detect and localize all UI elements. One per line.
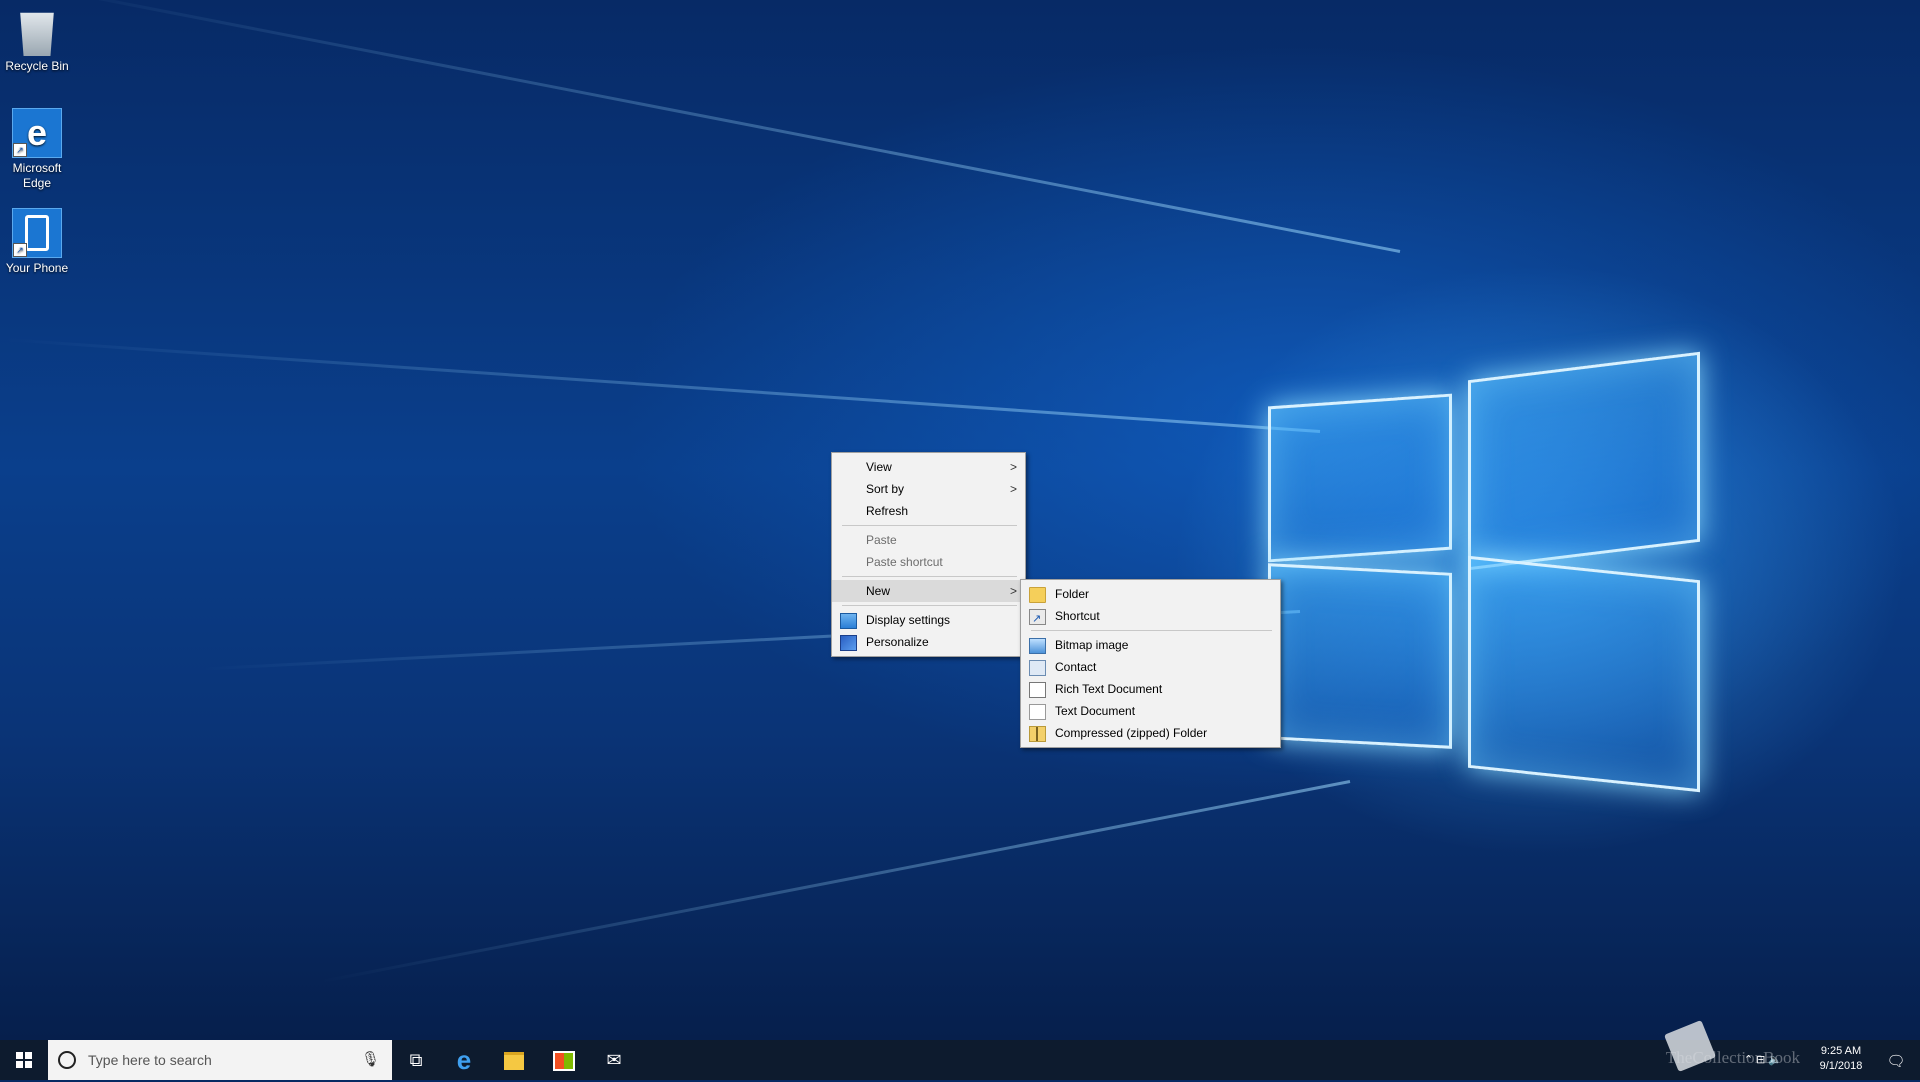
taskbar-store-button[interactable] <box>540 1040 588 1080</box>
menu-separator <box>842 576 1017 577</box>
menu-item-personalize[interactable]: Personalize <box>832 631 1025 653</box>
chevron-right-icon: > <box>1009 482 1017 496</box>
menu-item-label: Paste shortcut <box>866 555 943 569</box>
menu-item-label: Bitmap image <box>1055 638 1129 652</box>
menu-separator <box>842 525 1017 526</box>
menu-item-label: New <box>866 584 891 598</box>
folder-icon <box>1029 587 1046 603</box>
submenu-item-compressed-folder[interactable]: Compressed (zipped) Folder <box>1021 722 1280 744</box>
desktop-icon-your-phone[interactable]: ↗ Your Phone <box>2 208 72 276</box>
text-document-icon <box>1029 704 1046 720</box>
menu-item-label: Shortcut <box>1055 609 1100 623</box>
menu-separator <box>1031 630 1272 631</box>
menu-item-label: Personalize <box>866 635 929 649</box>
contact-icon <box>1029 660 1046 676</box>
menu-item-refresh[interactable]: Refresh <box>832 500 1025 522</box>
submenu-item-bitmap-image[interactable]: Bitmap image <box>1021 634 1280 656</box>
submenu-item-contact[interactable]: Contact <box>1021 656 1280 678</box>
search-placeholder: Type here to search <box>88 1052 212 1068</box>
action-center-button[interactable]: 🗨 <box>1872 1040 1920 1080</box>
menu-item-new[interactable]: New > <box>832 580 1025 602</box>
file-explorer-icon <box>504 1052 524 1071</box>
menu-item-label: Sort by <box>866 482 905 496</box>
light-beam <box>3 337 1321 433</box>
logo-pane <box>1268 393 1452 563</box>
personalize-icon <box>840 635 857 651</box>
microphone-icon[interactable]: 🎙 <box>361 1040 380 1080</box>
recycle-bin-icon <box>20 12 54 56</box>
menu-item-display-settings[interactable]: Display settings <box>832 609 1025 631</box>
mail-icon: ✉ <box>606 1050 622 1070</box>
zip-folder-icon <box>1029 726 1046 742</box>
notification-icon: 🗨 <box>1886 1053 1906 1070</box>
menu-item-label: Rich Text Document <box>1055 682 1163 696</box>
menu-item-paste-shortcut[interactable]: Paste shortcut <box>832 551 1025 573</box>
menu-item-paste[interactable]: Paste <box>832 529 1025 551</box>
clock-time: 9:25 AM <box>1820 1045 1862 1057</box>
menu-item-label: Compressed (zipped) Folder <box>1055 726 1208 740</box>
rtf-icon <box>1029 682 1046 698</box>
cortana-icon <box>58 1051 76 1069</box>
submenu-item-text-document[interactable]: Text Document <box>1021 700 1280 722</box>
shortcut-arrow-icon: ↗ <box>13 143 27 157</box>
menu-item-label: Refresh <box>866 504 909 518</box>
windows-start-icon <box>16 1052 32 1068</box>
menu-item-label: Contact <box>1055 660 1097 674</box>
taskbar-edge-button[interactable]: e <box>440 1040 488 1080</box>
desktop-icon-microsoft-edge[interactable]: e ↗ Microsoft Edge <box>2 108 72 191</box>
menu-item-label: Paste <box>866 533 897 547</box>
chevron-right-icon: > <box>1009 460 1017 474</box>
start-button[interactable] <box>0 1040 48 1080</box>
menu-separator <box>842 605 1017 606</box>
menu-item-label: View <box>866 460 892 474</box>
desktop-context-menu: View > Sort by > Refresh Paste Paste sho… <box>831 452 1026 657</box>
submenu-item-folder[interactable]: Folder <box>1021 583 1280 605</box>
submenu-item-rich-text-document[interactable]: Rich Text Document <box>1021 678 1280 700</box>
task-view-icon: ⧉ <box>409 1050 423 1070</box>
logo-pane <box>1468 351 1700 571</box>
desktop-icon-recycle-bin[interactable]: Recycle Bin <box>2 8 72 74</box>
task-view-button[interactable]: ⧉ <box>392 1040 440 1080</box>
taskbar-clock[interactable]: 9:25 AM 9/1/2018 <box>1806 1044 1876 1074</box>
edge-icon: e <box>456 1045 472 1075</box>
menu-item-sort-by[interactable]: Sort by > <box>832 478 1025 500</box>
taskbar-file-explorer-button[interactable] <box>490 1040 538 1080</box>
chevron-right-icon: > <box>1009 584 1017 598</box>
phone-icon: ↗ <box>12 208 62 258</box>
desktop-icon-label: Your Phone <box>5 261 69 275</box>
shortcut-icon <box>1029 608 1046 630</box>
light-beam <box>25 0 1401 253</box>
menu-item-label: Text Document <box>1055 704 1136 718</box>
menu-item-label: Display settings <box>866 613 951 627</box>
desktop-icon-label: Microsoft Edge <box>12 161 62 190</box>
logo-pane <box>1468 555 1700 793</box>
taskbar-mail-button[interactable]: ✉ <box>590 1040 638 1080</box>
taskbar: Type here to search 🎙 ⧉ e ✉ ⌃ ⊟ 🔈 TheCol… <box>0 1040 1920 1080</box>
submenu-item-shortcut[interactable]: Shortcut <box>1021 605 1280 630</box>
display-icon <box>840 613 857 629</box>
clock-date: 9/1/2018 <box>1819 1060 1863 1072</box>
windows-logo-wallpaper <box>1260 340 1720 800</box>
bitmap-icon <box>1029 638 1046 654</box>
menu-item-view[interactable]: View > <box>832 456 1025 478</box>
menu-item-label: Folder <box>1055 587 1090 601</box>
taskbar-search-box[interactable]: Type here to search 🎙 <box>48 1040 392 1080</box>
light-beam <box>319 780 1351 984</box>
logo-pane <box>1268 563 1452 749</box>
store-icon <box>553 1051 575 1072</box>
edge-icon: e ↗ <box>12 108 62 158</box>
new-submenu: Folder Shortcut Bitmap image Contact Ric… <box>1020 579 1281 748</box>
desktop-icon-label: Recycle Bin <box>5 59 69 73</box>
shortcut-arrow-icon: ↗ <box>13 243 27 257</box>
